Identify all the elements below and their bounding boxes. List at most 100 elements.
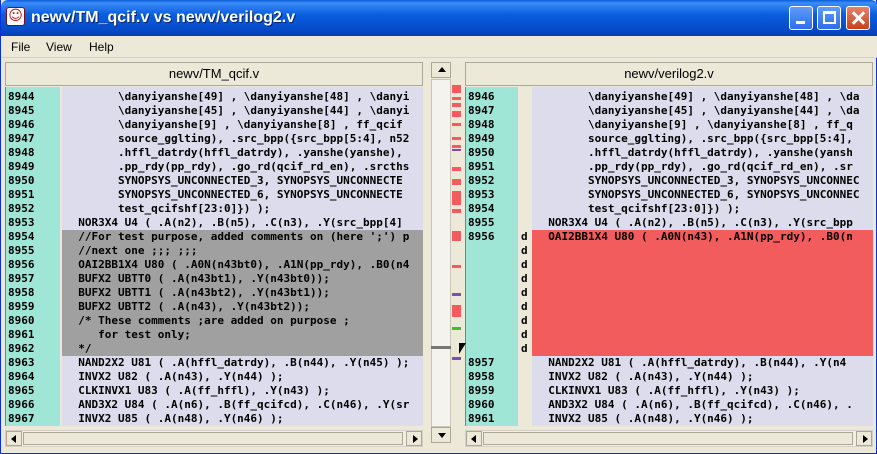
menu-help[interactable]: Help: [89, 40, 114, 54]
line-number: 8952: [8, 202, 35, 215]
arrow-left-icon: [471, 435, 476, 443]
line-number: 8955: [8, 244, 35, 257]
line-number: 8947: [8, 132, 35, 145]
diff-row: 8950 SYNOPSYS_UNCONNECTED_3, SYNOPSYS_UN…: [6, 174, 423, 188]
scroll-left-button[interactable]: [466, 431, 482, 446]
map-scroll-up-button[interactable]: [431, 62, 451, 78]
code-line: INVX2 U82 ( .A(n43), .Y(n44) );: [65, 370, 284, 383]
code-line: \danyiyanshe[9] , \danyiyanshe[8] , ff_q: [535, 118, 853, 131]
diff-marker-strip[interactable]: [452, 79, 461, 427]
diff-map-mark[interactable]: [452, 209, 461, 213]
maximize-button[interactable]: [817, 6, 841, 30]
diff-marker: d: [521, 230, 528, 243]
code-line: .hffl_datrdy(hffl_datrdy), .yanshe(yansh: [535, 146, 853, 159]
right-file-pane[interactable]: 8946 \danyiyanshe[49] , \danyiyanshe[48]…: [465, 87, 873, 426]
menu-file[interactable]: File: [11, 40, 30, 54]
line-number: 8958: [8, 286, 35, 299]
diff-map-mark[interactable]: [452, 305, 461, 317]
code-line: source_gglting), .src_bpp({src_bpp[5:4],…: [65, 132, 410, 145]
diff-overview-map[interactable]: [428, 62, 462, 452]
line-number: 8944: [8, 90, 35, 103]
code-line: OAI2BB1X4 U80 ( .A0N(n43), .A1N(pp_rdy),…: [535, 230, 853, 243]
code-line: \danyiyanshe[49] , \danyiyanshe[48] , \d…: [65, 90, 410, 103]
diff-row: 8961 for test only;: [6, 328, 423, 342]
diff-row: 8957 NAND2X2 U81 ( .A(hffl_datrdy), .B(n…: [466, 356, 873, 370]
row-highlight: [532, 342, 873, 356]
line-number: 8951: [468, 160, 495, 173]
menu-view[interactable]: View: [46, 40, 72, 54]
diff-map-mark[interactable]: [452, 145, 461, 148]
scroll-right-button[interactable]: [406, 431, 422, 446]
diff-map-mark[interactable]: [452, 179, 461, 185]
row-highlight: [532, 314, 873, 328]
diff-row: 8952 test_qcifshf[23:0]}) );: [6, 202, 423, 216]
diff-map-mark[interactable]: [452, 231, 461, 241]
scroll-thumb[interactable]: [483, 432, 853, 445]
mouse-cursor-icon: [459, 343, 466, 354]
line-number: 8956: [8, 258, 35, 271]
code-line: for test only;: [65, 328, 191, 341]
map-scroll-down-button[interactable]: [431, 427, 451, 443]
line-number: 8952: [468, 174, 495, 187]
diff-map-mark[interactable]: [452, 137, 461, 140]
arrow-left-icon: [11, 435, 16, 443]
diff-map-mark[interactable]: [452, 97, 461, 100]
map-track[interactable]: [431, 79, 451, 427]
diff-row: 8947 \danyiyanshe[45] , \danyiyanshe[44]…: [466, 104, 873, 118]
code-line: NAND2X2 U81 ( .A(hffl_datrdy), .B(n44), …: [65, 356, 410, 369]
code-line: INVX2 U85 ( .A(n48), .Y(n46) );: [535, 412, 754, 425]
minimize-button[interactable]: [789, 6, 813, 30]
diff-map-mark[interactable]: [452, 293, 461, 296]
app-icon[interactable]: ☺: [6, 7, 25, 26]
diff-map-mark[interactable]: [452, 167, 461, 171]
code-line: INVX2 U82 ( .A(n43), .Y(n44) );: [535, 370, 754, 383]
diff-map-mark[interactable]: [452, 327, 461, 330]
left-pane-header: newv/TM_qcif.v: [5, 62, 423, 86]
scroll-thumb[interactable]: [23, 432, 403, 445]
diff-marker: d: [521, 286, 528, 299]
map-thumb[interactable]: [431, 346, 451, 349]
diff-row: 8965 CLKINVX1 U83 ( .A(ff_hffl), .Y(n43)…: [6, 384, 423, 398]
left-horizontal-scrollbar[interactable]: [5, 430, 423, 447]
code-line: */: [65, 342, 92, 355]
diff-row: 8952 SYNOPSYS_UNCONNECTED_3, SYNOPSYS_UN…: [466, 174, 873, 188]
minimize-icon: [796, 21, 805, 24]
line-number: 8963: [8, 356, 35, 369]
diff-map-mark[interactable]: [452, 191, 461, 205]
close-icon: [847, 7, 869, 29]
row-highlight: [532, 244, 873, 258]
left-file-pane[interactable]: 8944 \danyiyanshe[49] , \danyiyanshe[48]…: [5, 87, 423, 426]
diff-row: 8958 INVX2 U82 ( .A(n43), .Y(n44) );: [466, 370, 873, 384]
diff-map-mark[interactable]: [452, 357, 461, 360]
line-number: 8946: [8, 118, 35, 131]
diff-map-mark[interactable]: [452, 149, 461, 151]
diff-map-mark[interactable]: [452, 111, 461, 117]
code-line: \danyiyanshe[9] , \danyiyanshe[8] , ff_q…: [65, 118, 403, 131]
diff-marker: d: [521, 244, 528, 257]
row-highlight: [532, 286, 873, 300]
diff-row: d: [466, 244, 873, 258]
code-line: BUFX2 UBTT2 ( .A(n43), .Y(n43bt2));: [65, 300, 311, 313]
close-button[interactable]: [846, 6, 870, 30]
diff-row: 8966 AND3X2 U84 ( .A(n6), .B(ff_qcifcd),…: [6, 398, 423, 412]
diff-marker: d: [521, 342, 528, 355]
row-highlight: [532, 272, 873, 286]
scroll-right-button[interactable]: [856, 431, 872, 446]
diff-row: 8946 \danyiyanshe[49] , \danyiyanshe[48]…: [466, 90, 873, 104]
diff-row: 8959 BUFX2 UBTT2 ( .A(n43), .Y(n43bt2));: [6, 300, 423, 314]
scroll-left-button[interactable]: [6, 431, 22, 446]
diff-map-mark[interactable]: [452, 123, 461, 126]
title-bar[interactable]: ☺ newv/TM_qcif.v vs newv/verilog2.v: [1, 0, 877, 36]
line-number: 8957: [468, 356, 495, 369]
diff-row: 8955 NOR3X4 U4 ( .A(n2), .B(n5), .C(n3),…: [466, 216, 873, 230]
right-horizontal-scrollbar[interactable]: [465, 430, 873, 447]
diff-map-mark[interactable]: [452, 265, 461, 268]
code-line: \danyiyanshe[45] , \danyiyanshe[44] , \d…: [535, 104, 860, 117]
row-highlight: [532, 258, 873, 272]
diff-map-mark[interactable]: [452, 85, 461, 93]
row-highlight: [532, 300, 873, 314]
diff-marker: d: [521, 272, 528, 285]
diff-map-mark[interactable]: [452, 103, 461, 107]
diff-row: 8953 SYNOPSYS_UNCONNECTED_6, SYNOPSYS_UN…: [466, 188, 873, 202]
code-line: \danyiyanshe[45] , \danyiyanshe[44] , \d…: [65, 104, 410, 117]
